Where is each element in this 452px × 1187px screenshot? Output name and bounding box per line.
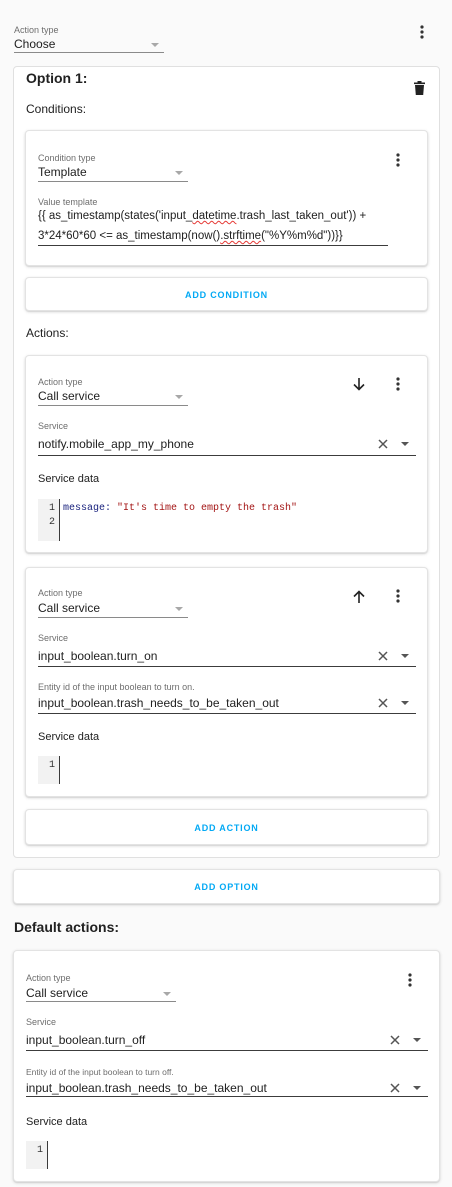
code-editor[interactable] [51, 1145, 421, 1159]
more-vert-icon[interactable] [386, 374, 410, 394]
dropdown-arrow-icon[interactable] [175, 607, 183, 611]
condition-type-label: Condition type [38, 153, 96, 163]
dropdown-arrow-icon[interactable] [401, 701, 409, 705]
service-input[interactable]: input_boolean.turn_off [26, 1033, 145, 1047]
action-type-select[interactable]: Call service [26, 986, 88, 1000]
more-vert-icon[interactable] [410, 22, 434, 42]
action-type-label: Action type [38, 588, 83, 598]
clear-icon[interactable] [376, 649, 390, 663]
dropdown-arrow-icon[interactable] [401, 654, 409, 658]
more-vert-icon[interactable] [386, 586, 410, 606]
service-label: Service [38, 633, 69, 643]
entity-label: Entity id of the input boolean to turn o… [26, 1067, 174, 1077]
value-template-label: Value template [38, 197, 98, 207]
clear-icon[interactable] [388, 1033, 402, 1047]
entity-input[interactable]: input_boolean.trash_needs_to_be_taken_ou… [38, 696, 279, 710]
line-number: 2 [49, 517, 56, 528]
dropdown-arrow-icon[interactable] [413, 1038, 421, 1042]
action-type-label: Action type [26, 973, 71, 983]
template-line-2[interactable]: 3*24*60*60 <= as_timestamp(now().strftim… [38, 230, 343, 242]
default-actions-heading: Default actions: [14, 919, 120, 935]
condition-type-select[interactable]: Template [38, 165, 87, 179]
conditions-heading: Conditions: [26, 102, 87, 116]
service-label: Service [38, 421, 69, 431]
service-label: Service [26, 1017, 57, 1027]
code-editor[interactable] [63, 760, 413, 774]
service-data-heading: Service data [26, 1116, 88, 1128]
service-input[interactable]: input_boolean.turn_on [38, 649, 157, 663]
code-line[interactable]: message: "It's time to empty the trash" [63, 503, 297, 514]
line-number: 1 [49, 760, 56, 771]
service-data-heading: Service data [38, 473, 100, 485]
dropdown-arrow-icon[interactable] [175, 395, 183, 399]
arrow-up-icon[interactable] [350, 587, 368, 605]
action-type-select[interactable]: Call service [38, 601, 100, 615]
clear-icon[interactable] [376, 437, 390, 451]
dropdown-arrow-icon[interactable] [151, 43, 159, 47]
delete-icon[interactable] [410, 79, 428, 97]
clear-icon[interactable] [388, 1081, 402, 1095]
entity-label: Entity id of the input boolean to turn o… [38, 682, 195, 692]
template-line-1[interactable]: {{ as_timestamp(states('input_datetime.t… [38, 210, 366, 222]
action-type-label: Action type [14, 25, 59, 35]
action-type-select[interactable]: Call service [38, 389, 100, 403]
add-action-button[interactable]: ADD ACTION [25, 823, 428, 833]
action-type-select[interactable]: Choose [14, 37, 55, 51]
more-vert-icon[interactable] [386, 150, 410, 170]
service-input[interactable]: notify.mobile_app_my_phone [38, 437, 194, 451]
dropdown-arrow-icon[interactable] [401, 442, 409, 446]
more-vert-icon[interactable] [398, 970, 422, 990]
clear-icon[interactable] [376, 696, 390, 710]
add-option-button[interactable]: ADD OPTION [13, 882, 440, 892]
add-condition-button[interactable]: ADD CONDITION [25, 290, 428, 300]
actions-heading: Actions: [26, 326, 69, 340]
dropdown-arrow-icon[interactable] [175, 171, 183, 175]
option-title: Option 1: [26, 70, 88, 86]
dropdown-arrow-icon[interactable] [163, 992, 171, 996]
arrow-down-icon[interactable] [350, 375, 368, 393]
dropdown-arrow-icon[interactable] [413, 1086, 421, 1090]
line-number: 1 [37, 1145, 44, 1156]
line-number: 1 [49, 503, 56, 514]
action-type-label: Action type [38, 377, 83, 387]
service-data-heading: Service data [38, 731, 100, 743]
entity-input[interactable]: input_boolean.trash_needs_to_be_taken_ou… [26, 1081, 267, 1095]
